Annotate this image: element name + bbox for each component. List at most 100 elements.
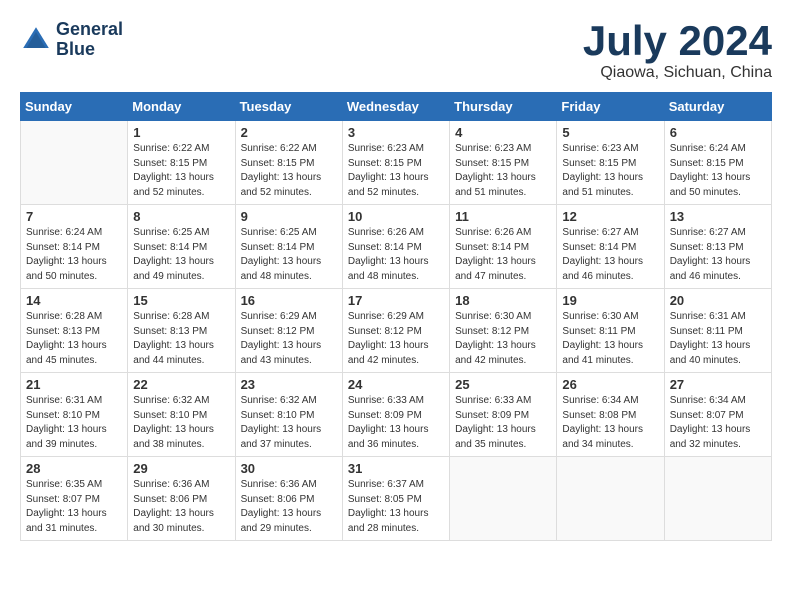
day-number: 31: [348, 461, 444, 476]
day-number: 2: [241, 125, 337, 140]
day-number: 19: [562, 293, 658, 308]
day-info: Sunrise: 6:37 AM Sunset: 8:05 PM Dayligh…: [348, 478, 444, 536]
calendar-cell: 29 Sunrise: 6:36 AM Sunset: 8:06 PM Dayli…: [128, 457, 235, 541]
day-number: 29: [133, 461, 229, 476]
day-info: Sunrise: 6:31 AM Sunset: 8:10 PM Dayligh…: [26, 394, 122, 452]
page-header: General Blue July 2024 Qiaowa, Sichuan, …: [20, 20, 772, 82]
day-number: 26: [562, 377, 658, 392]
day-info: Sunrise: 6:27 AM Sunset: 8:13 PM Dayligh…: [670, 226, 766, 284]
calendar-week-row: 7 Sunrise: 6:24 AM Sunset: 8:14 PM Daylig…: [21, 205, 772, 289]
day-info: Sunrise: 6:29 AM Sunset: 8:12 PM Dayligh…: [241, 310, 337, 368]
day-number: 27: [670, 377, 766, 392]
day-info: Sunrise: 6:23 AM Sunset: 8:15 PM Dayligh…: [562, 142, 658, 200]
day-info: Sunrise: 6:24 AM Sunset: 8:14 PM Dayligh…: [26, 226, 122, 284]
day-info: Sunrise: 6:31 AM Sunset: 8:11 PM Dayligh…: [670, 310, 766, 368]
day-info: Sunrise: 6:27 AM Sunset: 8:14 PM Dayligh…: [562, 226, 658, 284]
day-number: 7: [26, 209, 122, 224]
day-info: Sunrise: 6:24 AM Sunset: 8:15 PM Dayligh…: [670, 142, 766, 200]
day-number: 11: [455, 209, 551, 224]
calendar-cell: 2Sunrise: 6:22 AM Sunset: 8:15 PM Daylig…: [235, 121, 342, 205]
calendar-week-row: 1 Sunrise: 6:22 AM Sunset: 8:15 PM Daylig…: [21, 121, 772, 205]
logo-text: General Blue: [56, 20, 123, 60]
calendar-cell: 4 Sunrise: 6:23 AM Sunset: 8:15 PM Daylig…: [450, 121, 557, 205]
calendar-cell: 20 Sunrise: 6:31 AM Sunset: 8:11 PM Dayli…: [664, 289, 771, 373]
calendar-cell: [557, 457, 664, 541]
day-number: 5: [562, 125, 658, 140]
column-header-thursday: Thursday: [450, 93, 557, 121]
day-info: Sunrise: 6:33 AM Sunset: 8:09 PM Dayligh…: [455, 394, 551, 452]
day-info: Sunrise: 6:23 AM Sunset: 8:15 PM Dayligh…: [455, 142, 551, 200]
day-number: 28: [26, 461, 122, 476]
day-number: 6: [670, 125, 766, 140]
day-info: Sunrise: 6:22 AM Sunset: 8:15 PM Dayligh…: [133, 142, 229, 200]
calendar-cell: 14 Sunrise: 6:28 AM Sunset: 8:13 PM Dayli…: [21, 289, 128, 373]
calendar-cell: 24 Sunrise: 6:33 AM Sunset: 8:09 PM Dayli…: [342, 373, 449, 457]
day-info: Sunrise: 6:26 AM Sunset: 8:14 PM Dayligh…: [455, 226, 551, 284]
day-info: Sunrise: 6:30 AM Sunset: 8:12 PM Dayligh…: [455, 310, 551, 368]
calendar-cell: 3 Sunrise: 6:23 AM Sunset: 8:15 PM Daylig…: [342, 121, 449, 205]
day-number: 3: [348, 125, 444, 140]
day-info: Sunrise: 6:32 AM Sunset: 8:10 PM Dayligh…: [133, 394, 229, 452]
day-number: 23: [241, 377, 337, 392]
calendar-cell: 15 Sunrise: 6:28 AM Sunset: 8:13 PM Dayli…: [128, 289, 235, 373]
calendar-cell: 5 Sunrise: 6:23 AM Sunset: 8:15 PM Daylig…: [557, 121, 664, 205]
day-number: 20: [670, 293, 766, 308]
day-info: Sunrise: 6:30 AM Sunset: 8:11 PM Dayligh…: [562, 310, 658, 368]
calendar-header-row: SundayMondayTuesdayWednesdayThursdayFrid…: [21, 93, 772, 121]
calendar-cell: 31 Sunrise: 6:37 AM Sunset: 8:05 PM Dayli…: [342, 457, 449, 541]
day-number: 17: [348, 293, 444, 308]
logo-icon: [20, 24, 52, 56]
day-number: 15: [133, 293, 229, 308]
column-header-sunday: Sunday: [21, 93, 128, 121]
calendar-cell: 6 Sunrise: 6:24 AM Sunset: 8:15 PM Daylig…: [664, 121, 771, 205]
day-info: Sunrise: 6:26 AM Sunset: 8:14 PM Dayligh…: [348, 226, 444, 284]
calendar-cell: 8 Sunrise: 6:25 AM Sunset: 8:14 PM Daylig…: [128, 205, 235, 289]
day-number: 24: [348, 377, 444, 392]
title-area: July 2024 Qiaowa, Sichuan, China: [583, 20, 772, 82]
calendar-week-row: 28Sunrise: 6:35 AM Sunset: 8:07 PM Dayli…: [21, 457, 772, 541]
day-number: 9: [241, 209, 337, 224]
calendar-cell: 25Sunrise: 6:33 AM Sunset: 8:09 PM Dayli…: [450, 373, 557, 457]
day-info: Sunrise: 6:29 AM Sunset: 8:12 PM Dayligh…: [348, 310, 444, 368]
day-number: 22: [133, 377, 229, 392]
day-info: Sunrise: 6:33 AM Sunset: 8:09 PM Dayligh…: [348, 394, 444, 452]
day-info: Sunrise: 6:32 AM Sunset: 8:10 PM Dayligh…: [241, 394, 337, 452]
calendar-cell: 9 Sunrise: 6:25 AM Sunset: 8:14 PM Daylig…: [235, 205, 342, 289]
logo: General Blue: [20, 20, 123, 60]
day-number: 12: [562, 209, 658, 224]
day-info: Sunrise: 6:28 AM Sunset: 8:13 PM Dayligh…: [133, 310, 229, 368]
calendar-cell: 10 Sunrise: 6:26 AM Sunset: 8:14 PM Dayli…: [342, 205, 449, 289]
day-info: Sunrise: 6:36 AM Sunset: 8:06 PM Dayligh…: [241, 478, 337, 536]
day-info: Sunrise: 6:34 AM Sunset: 8:08 PM Dayligh…: [562, 394, 658, 452]
calendar-cell: [450, 457, 557, 541]
day-info: Sunrise: 6:25 AM Sunset: 8:14 PM Dayligh…: [133, 226, 229, 284]
calendar-cell: 16Sunrise: 6:29 AM Sunset: 8:12 PM Dayli…: [235, 289, 342, 373]
day-info: Sunrise: 6:36 AM Sunset: 8:06 PM Dayligh…: [133, 478, 229, 536]
calendar: SundayMondayTuesdayWednesdayThursdayFrid…: [20, 92, 772, 541]
calendar-cell: 22 Sunrise: 6:32 AM Sunset: 8:10 PM Dayli…: [128, 373, 235, 457]
day-number: 14: [26, 293, 122, 308]
day-info: Sunrise: 6:28 AM Sunset: 8:13 PM Dayligh…: [26, 310, 122, 368]
column-header-tuesday: Tuesday: [235, 93, 342, 121]
day-number: 18: [455, 293, 551, 308]
day-number: 4: [455, 125, 551, 140]
column-header-wednesday: Wednesday: [342, 93, 449, 121]
day-number: 10: [348, 209, 444, 224]
day-number: 8: [133, 209, 229, 224]
column-header-saturday: Saturday: [664, 93, 771, 121]
day-info: Sunrise: 6:34 AM Sunset: 8:07 PM Dayligh…: [670, 394, 766, 452]
calendar-cell: 19 Sunrise: 6:30 AM Sunset: 8:11 PM Dayli…: [557, 289, 664, 373]
day-number: 30: [241, 461, 337, 476]
calendar-cell: 17 Sunrise: 6:29 AM Sunset: 8:12 PM Dayli…: [342, 289, 449, 373]
calendar-cell: 18 Sunrise: 6:30 AM Sunset: 8:12 PM Dayli…: [450, 289, 557, 373]
calendar-cell: [664, 457, 771, 541]
calendar-cell: 30 Sunrise: 6:36 AM Sunset: 8:06 PM Dayli…: [235, 457, 342, 541]
calendar-cell: 23 Sunrise: 6:32 AM Sunset: 8:10 PM Dayli…: [235, 373, 342, 457]
day-info: Sunrise: 6:25 AM Sunset: 8:14 PM Dayligh…: [241, 226, 337, 284]
column-header-friday: Friday: [557, 93, 664, 121]
day-number: 1: [133, 125, 229, 140]
location: Qiaowa, Sichuan, China: [583, 64, 772, 82]
day-info: Sunrise: 6:23 AM Sunset: 8:15 PM Dayligh…: [348, 142, 444, 200]
calendar-cell: 26 Sunrise: 6:34 AM Sunset: 8:08 PM Dayli…: [557, 373, 664, 457]
calendar-cell: 28Sunrise: 6:35 AM Sunset: 8:07 PM Dayli…: [21, 457, 128, 541]
